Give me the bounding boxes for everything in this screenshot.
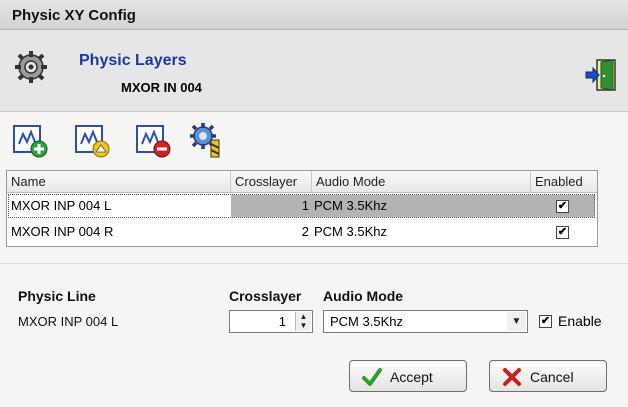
- column-header-enabled[interactable]: Enabled: [531, 171, 597, 193]
- checkmark-icon: [362, 368, 382, 386]
- cell-name: MXOR INP 004 L: [11, 198, 112, 213]
- table-row[interactable]: MXOR INP 004 L 1 PCM 3.5Khz ✔: [7, 193, 597, 219]
- enable-checkbox[interactable]: ✔: [539, 315, 552, 328]
- column-header-audio-mode[interactable]: Audio Mode: [312, 171, 531, 193]
- page-title: Physic Layers: [79, 52, 187, 69]
- cell-crosslayer: 2: [301, 224, 309, 239]
- line-editor: Physic Line MXOR INP 004 L Crosslayer 1 …: [0, 263, 628, 407]
- physic-lines-table: Name Crosslayer Audio Mode Enabled MXOR …: [6, 170, 598, 247]
- exit-door-icon[interactable]: [585, 58, 617, 92]
- table-row[interactable]: MXOR INP 004 R 2 PCM 3.5Khz ✔: [7, 219, 597, 245]
- gear-icon: [15, 51, 47, 83]
- page-subtitle: MXOR IN 004: [121, 80, 202, 95]
- audio-mode-value: PCM 3.5Khz: [330, 314, 403, 329]
- accept-label: Accept: [390, 369, 433, 385]
- cell-crosslayer: 1: [301, 198, 309, 213]
- cell-name: MXOR INP 004 R: [11, 224, 114, 239]
- spinner-arrows[interactable]: ▲ ▼: [295, 312, 311, 331]
- cell-audio-mode: PCM 3.5Khz: [314, 198, 387, 213]
- config-gear-icon[interactable]: [188, 122, 224, 158]
- title-bar: Physic XY Config: [0, 0, 628, 30]
- audio-mode-select[interactable]: PCM 3.5Khz ▼: [323, 310, 528, 333]
- crosslayer-value: 1: [278, 314, 286, 329]
- accept-button[interactable]: Accept: [349, 360, 467, 392]
- enable-label[interactable]: Enable: [558, 313, 602, 329]
- crosslayer-spinner[interactable]: 1 ▲ ▼: [229, 310, 313, 333]
- enabled-checkbox[interactable]: ✔: [556, 226, 569, 239]
- enabled-checkbox[interactable]: ✔: [556, 200, 569, 213]
- column-header-crosslayer[interactable]: Crosslayer: [231, 171, 312, 193]
- audio-mode-label: Audio Mode: [323, 288, 404, 304]
- cancel-label: Cancel: [530, 369, 574, 385]
- add-line-icon[interactable]: [12, 122, 48, 158]
- header-panel: Physic Layers MXOR IN 004: [0, 30, 628, 112]
- physic-line-value: MXOR INP 004 L: [18, 314, 119, 329]
- cell-audio-mode: PCM 3.5Khz: [314, 224, 387, 239]
- column-header-name[interactable]: Name: [7, 171, 231, 193]
- remove-line-icon[interactable]: [135, 122, 171, 158]
- physic-line-label: Physic Line: [18, 288, 96, 304]
- window-title: Physic XY Config: [12, 7, 136, 24]
- close-icon: [503, 368, 521, 386]
- cancel-button[interactable]: Cancel: [489, 360, 607, 392]
- table-header: Name Crosslayer Audio Mode Enabled: [7, 171, 597, 193]
- toolbar: [0, 112, 628, 168]
- chevron-down-icon[interactable]: ▼: [507, 312, 526, 331]
- crosslayer-label: Crosslayer: [229, 288, 302, 304]
- edit-line-icon[interactable]: [74, 122, 110, 158]
